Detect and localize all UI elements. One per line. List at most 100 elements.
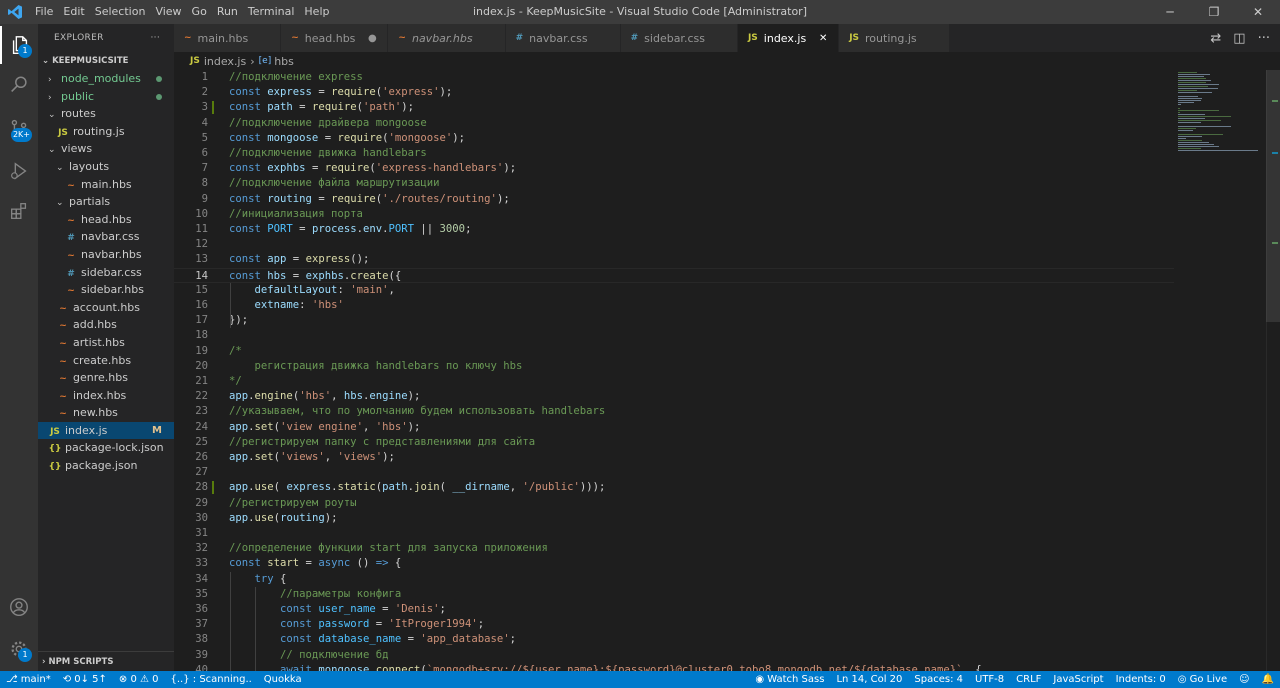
tab-main-hbs[interactable]: ~ main.hbs xyxy=(174,24,282,52)
extensions-activity-button[interactable] xyxy=(0,192,38,230)
code-line[interactable]: 39 // подключение бд xyxy=(174,648,1174,663)
code-line[interactable]: 24 app.set('view engine', 'hbs'); xyxy=(174,420,1174,435)
editor-scrollbar[interactable] xyxy=(1266,70,1280,671)
status-left-item-4[interactable]: Quokka xyxy=(258,671,308,688)
npm-scripts-section[interactable]: › NPM SCRIPTS xyxy=(38,651,174,671)
open-changes-icon[interactable]: ⇄ xyxy=(1210,31,1221,46)
menu-edit[interactable]: Edit xyxy=(58,0,89,24)
source-control-activity-button[interactable]: 2K+ xyxy=(0,110,38,148)
tree-file[interactable]: ~ main.hbs xyxy=(38,176,174,194)
unsaved-dot-icon[interactable]: ● xyxy=(367,33,377,44)
close-icon[interactable]: ✕ xyxy=(818,33,828,44)
status-right-item-2[interactable]: Spaces: 4 xyxy=(908,671,969,688)
status-left-item-1[interactable]: ⟲ 0↓ 5↑ xyxy=(57,671,113,688)
tree-folder[interactable]: ⌄ routes xyxy=(38,105,174,123)
code-line[interactable]: 21 */ xyxy=(174,374,1174,389)
code-line[interactable]: 40 await mongoose.connect(`mongodb+srv:/… xyxy=(174,663,1174,671)
code-line[interactable]: 16 extname: 'hbs' xyxy=(174,298,1174,313)
code-line[interactable]: 37 const password = 'ItProger1994'; xyxy=(174,617,1174,632)
minimize-icon[interactable]: ─ xyxy=(1148,0,1192,24)
breadcrumb-symbol[interactable]: hbs xyxy=(274,55,294,68)
code-line[interactable]: 11 const PORT = process.env.PORT || 3000; xyxy=(174,222,1174,237)
tree-file[interactable]: {} package.json xyxy=(38,457,174,475)
search-activity-button[interactable] xyxy=(0,66,38,104)
status-right-item-1[interactable]: Ln 14, Col 20 xyxy=(830,671,908,688)
tree-file[interactable]: ~ index.hbs xyxy=(38,387,174,405)
tree-file[interactable]: ~ account.hbs xyxy=(38,299,174,317)
code-line[interactable]: 17}); xyxy=(174,313,1174,328)
menu-view[interactable]: View xyxy=(150,0,186,24)
tree-file[interactable]: ~ artist.hbs xyxy=(38,334,174,352)
menu-terminal[interactable]: Terminal xyxy=(243,0,300,24)
code-line[interactable]: 8 //подключение файла маршрутизации xyxy=(174,176,1174,191)
status-right-item-7[interactable]: ◎ Go Live xyxy=(1172,671,1233,688)
code-line[interactable]: 13 const app = express(); xyxy=(174,252,1174,267)
restore-icon[interactable]: ❐ xyxy=(1192,0,1236,24)
tree-folder[interactable]: ⌄ layouts xyxy=(38,158,174,176)
code-line[interactable]: 9 const routing = require('./routes/routi… xyxy=(174,192,1174,207)
workspace-section[interactable]: ⌄ KEEPMUSICSITE xyxy=(38,52,174,70)
tree-file[interactable]: ~ create.hbs xyxy=(38,352,174,370)
tree-file[interactable]: # navbar.css xyxy=(38,228,174,246)
status-right-item-0[interactable]: ◉ Watch Sass xyxy=(749,671,830,688)
status-left-item-0[interactable]: ⎇ main* xyxy=(0,671,57,688)
code-line[interactable]: 5 const mongoose = require('mongoose'); xyxy=(174,131,1174,146)
status-left-item-2[interactable]: ⊗ 0 ⚠ 0 xyxy=(113,671,165,688)
status-right-item-9[interactable]: 🔔 xyxy=(1256,671,1280,688)
accounts-activity-button[interactable] xyxy=(0,588,38,626)
split-editor-icon[interactable]: ◫ xyxy=(1233,31,1245,46)
code-line[interactable]: 2 const express = require('express'); xyxy=(174,85,1174,100)
code-line[interactable]: 38 const database_name = 'app_database'; xyxy=(174,632,1174,647)
menu-file[interactable]: File xyxy=(30,0,58,24)
code-line[interactable]: 14 const hbs = exphbs.create({ xyxy=(174,267,1174,283)
code-line[interactable]: 32 //определение функции start для запуск… xyxy=(174,541,1174,556)
code-line[interactable]: 1 //подключение express xyxy=(174,70,1174,85)
menu-run[interactable]: Run xyxy=(212,0,243,24)
code-line[interactable]: 10 //инициализация порта xyxy=(174,207,1174,222)
code-line[interactable]: 36 const user_name = 'Denis'; xyxy=(174,602,1174,617)
code-line[interactable]: 23 //указываем, что по умолчанию будем ис… xyxy=(174,404,1174,419)
code-line[interactable]: 31 xyxy=(174,526,1174,541)
tree-file[interactable]: JS index.js M xyxy=(38,421,174,440)
minimap[interactable] xyxy=(1172,70,1266,671)
tree-folder[interactable]: › public xyxy=(38,88,174,106)
code-line[interactable]: 27 xyxy=(174,465,1174,480)
more-editor-actions-icon[interactable]: ··· xyxy=(1258,31,1270,46)
tree-folder[interactable]: ⌄ partials xyxy=(38,193,174,211)
code-editor[interactable]: 1 //подключение express 2 const express = r… xyxy=(174,70,1280,671)
menu-help[interactable]: Help xyxy=(299,0,334,24)
code-line[interactable]: 12 xyxy=(174,237,1174,252)
code-line[interactable]: 29 //регистрируем роуты xyxy=(174,496,1174,511)
code-line[interactable]: 30 app.use(routing); xyxy=(174,511,1174,526)
tree-file[interactable]: ~ sidebar.hbs xyxy=(38,281,174,299)
tree-file[interactable]: {} package-lock.json xyxy=(38,439,174,457)
code-line[interactable]: 19 /* xyxy=(174,344,1174,359)
code-line[interactable]: 35 //параметры конфига xyxy=(174,587,1174,602)
manage-activity-button[interactable]: 1 xyxy=(0,630,38,668)
code-line[interactable]: 7 const exphbs = require('express-handleb… xyxy=(174,161,1174,176)
code-line[interactable]: 18 xyxy=(174,328,1174,343)
code-line[interactable]: 15 defaultLayout: 'main', xyxy=(174,283,1174,298)
status-right-item-5[interactable]: JavaScript xyxy=(1047,671,1109,688)
status-right-item-3[interactable]: UTF-8 xyxy=(969,671,1010,688)
code-line[interactable]: 20 регистрация движка handlebars по ключ… xyxy=(174,359,1174,374)
tree-folder[interactable]: › node_modules xyxy=(38,70,174,88)
tree-file[interactable]: ~ add.hbs xyxy=(38,316,174,334)
tree-file[interactable]: ~ genre.hbs xyxy=(38,369,174,387)
close-window-icon[interactable]: ✕ xyxy=(1236,0,1280,24)
breadcrumb-file[interactable]: index.js xyxy=(204,55,246,68)
more-actions-icon[interactable]: ··· xyxy=(151,33,160,43)
tab-index-js[interactable]: JS index.js ✕ xyxy=(737,24,840,52)
tab-routing-js[interactable]: JS routing.js xyxy=(839,24,950,52)
tab-head-hbs[interactable]: ~ head.hbs ● xyxy=(281,24,389,52)
status-left-item-3[interactable]: {..} : Scanning.. xyxy=(165,671,258,688)
menu-selection[interactable]: Selection xyxy=(90,0,151,24)
menu-go[interactable]: Go xyxy=(187,0,212,24)
tree-folder[interactable]: ⌄ views xyxy=(38,140,174,158)
tree-file[interactable]: ~ new.hbs xyxy=(38,404,174,422)
run-debug-activity-button[interactable] xyxy=(0,152,38,190)
status-right-item-6[interactable]: Indents: 0 xyxy=(1110,671,1172,688)
code-line[interactable]: 4 //подключение драйвера mongoose xyxy=(174,116,1174,131)
code-line[interactable]: 25 //регистрируем папку с представлениями… xyxy=(174,435,1174,450)
explorer-activity-button[interactable]: 1 xyxy=(0,26,38,64)
